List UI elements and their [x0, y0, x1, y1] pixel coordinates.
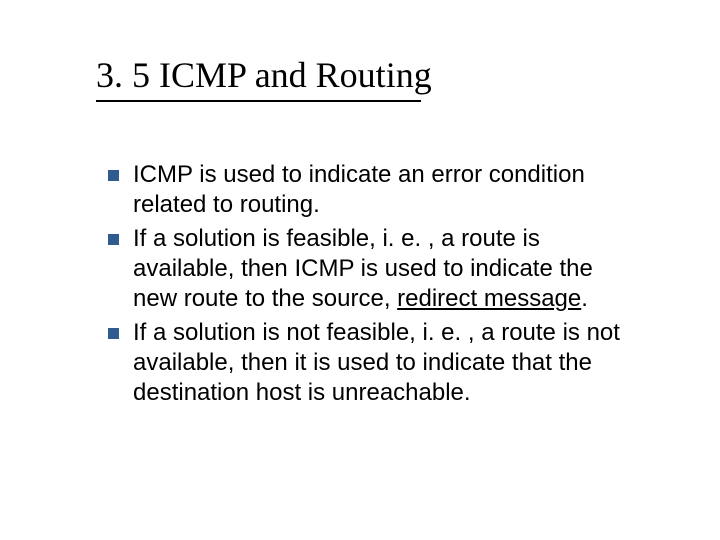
- list-item: ICMP is used to indicate an error condit…: [108, 160, 628, 220]
- slide-title: 3. 5 ICMP and Routing: [96, 54, 432, 96]
- list-item: If a solution is not feasible, i. e. , a…: [108, 318, 628, 408]
- slide-body: ICMP is used to indicate an error condit…: [108, 160, 628, 412]
- text-run: .: [581, 285, 588, 312]
- square-bullet-icon: [108, 234, 119, 245]
- list-item: If a solution is feasible, i. e. , a rou…: [108, 224, 628, 314]
- title-underline: [96, 100, 421, 102]
- square-bullet-icon: [108, 328, 119, 339]
- slide: 3. 5 ICMP and Routing ICMP is used to in…: [0, 0, 720, 540]
- list-item-text: If a solution is not feasible, i. e. , a…: [133, 318, 628, 408]
- list-item-text: ICMP is used to indicate an error condit…: [133, 160, 628, 220]
- square-bullet-icon: [108, 170, 119, 181]
- underlined-phrase: redirect message: [397, 285, 581, 312]
- list-item-text: If a solution is feasible, i. e. , a rou…: [133, 224, 628, 314]
